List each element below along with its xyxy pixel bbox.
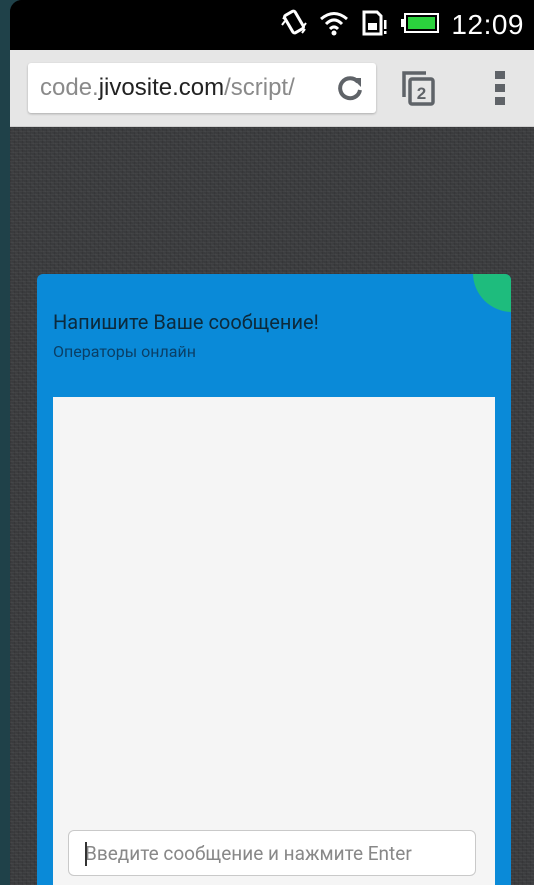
widget-subtitle: Операторы онлайн [53,342,196,361]
reload-icon[interactable] [336,74,364,106]
status-time: 12:09 [451,9,524,40]
battery-icon [401,11,440,39]
tab-switcher-button[interactable]: 2 [400,69,436,107]
overflow-menu-button[interactable] [494,70,506,106]
page-content: Напишите Ваше сообщение! Операторы онлай… [10,127,534,885]
url-text[interactable]: code.jivosite.com/script/ [40,74,295,102]
tab-count: 2 [417,84,426,103]
more-vert-icon [495,71,505,105]
status-icons: 12:09 [281,8,524,42]
browser-toolbar: code.jivosite.com/script/ 2 [10,50,534,127]
vibrate-icon [281,9,308,41]
online-indicator [473,274,511,312]
text-caret [85,842,87,866]
url-host: jivosite.com [98,74,225,101]
message-input[interactable] [68,830,476,876]
wifi-icon [319,10,349,40]
chat-messages-area [53,397,495,885]
url-subdomain: code. [40,74,99,101]
phone-screen: 12:09 code.jivosite.com/script/ 2 Напиши… [10,0,534,885]
sim-icon [361,10,389,40]
widget-title: Напишите Ваше сообщение! [53,310,319,334]
tab-switcher-icon: 2 [402,71,435,106]
chat-widget: Напишите Ваше сообщение! Операторы онлай… [37,274,511,885]
url-path: /script/ [224,74,295,101]
status-bar: 12:09 [10,0,534,50]
address-bar[interactable]: code.jivosite.com/script/ [28,63,376,113]
